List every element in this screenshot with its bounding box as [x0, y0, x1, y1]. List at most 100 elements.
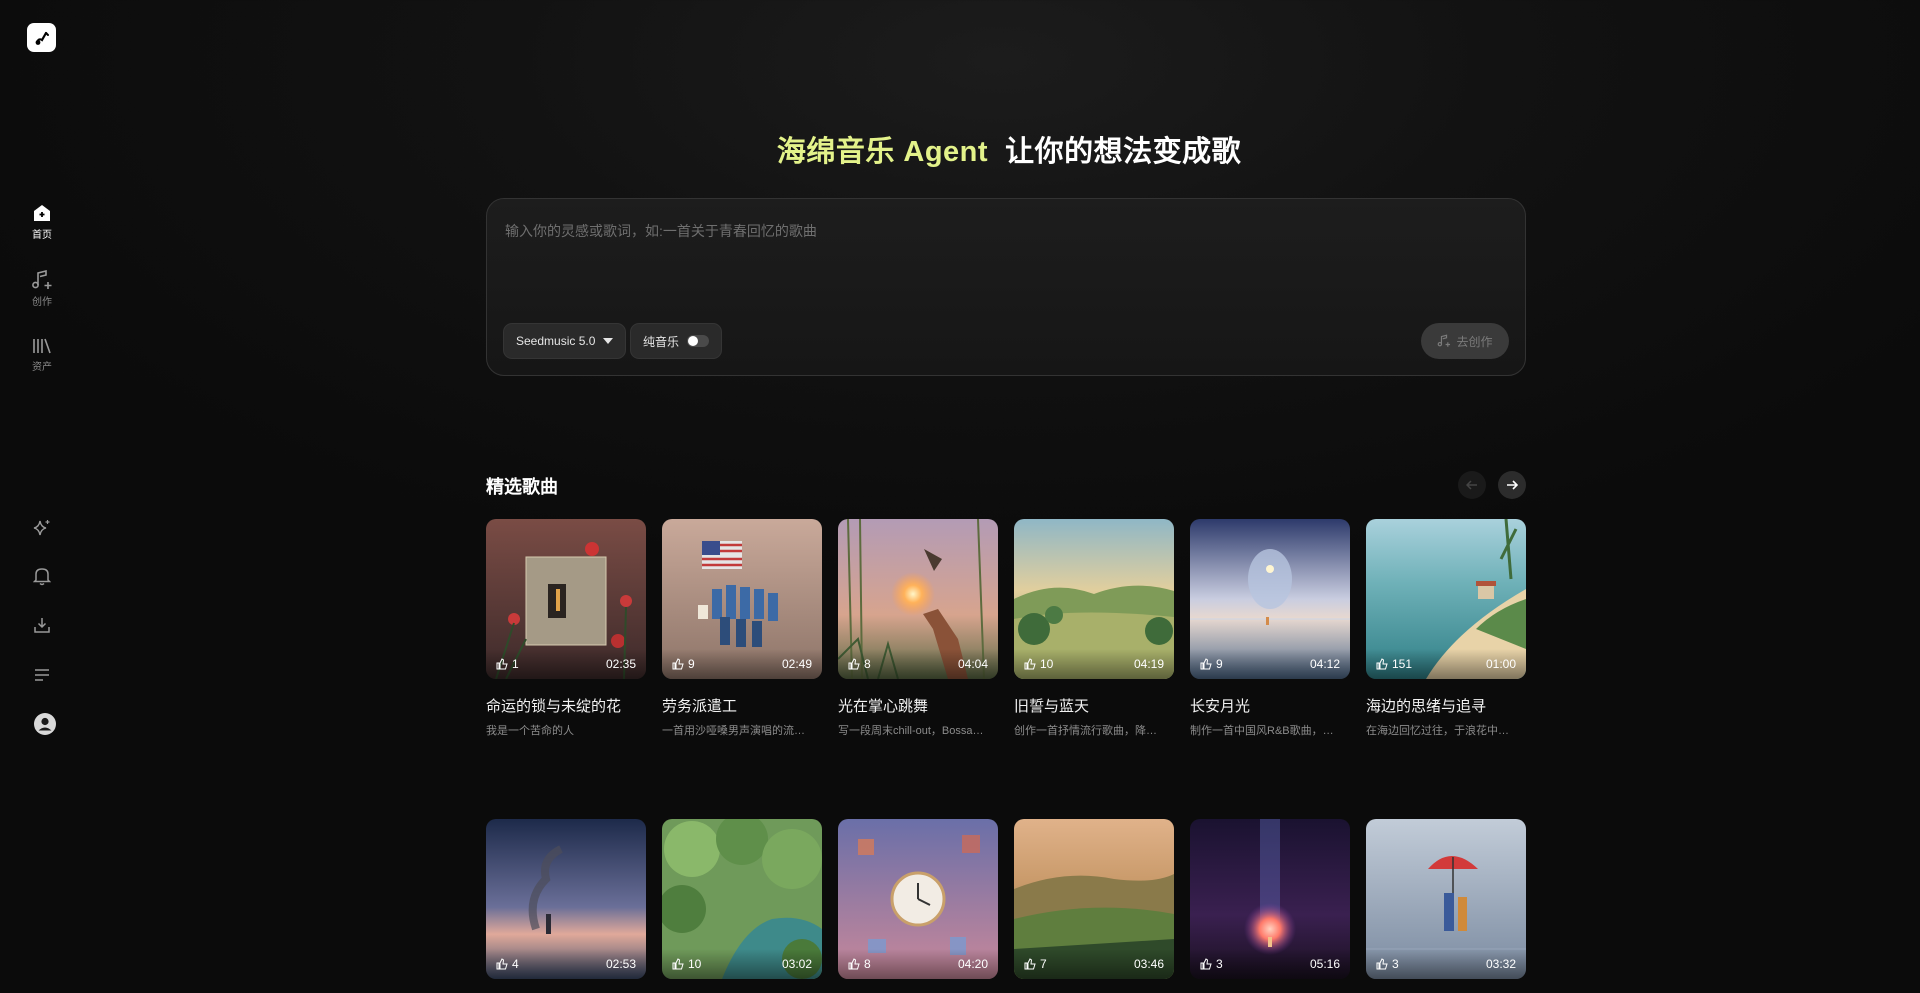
library-icon [33, 338, 51, 354]
likes-count: 3 [1392, 957, 1399, 971]
thumbs-up-icon [1024, 658, 1036, 670]
thumbs-up-icon [848, 658, 860, 670]
likes-count: 8 [864, 957, 871, 971]
song-card[interactable]: 3 03:32 [1366, 819, 1526, 979]
page-title: 海绵音乐 Agent 让你的想法变成歌 [0, 128, 1920, 170]
thumbs-up-icon [672, 658, 684, 670]
thumbs-up-icon [1376, 658, 1388, 670]
song-card[interactable]: 8 04:20 [838, 819, 998, 979]
song-cover[interactable]: 151 01:00 [1366, 519, 1526, 679]
nav-assets[interactable]: 资产 [14, 337, 70, 373]
song-cover[interactable]: 8 04:04 [838, 519, 998, 679]
likes-count: 10 [1040, 657, 1054, 671]
create-button[interactable]: 去创作 [1421, 323, 1509, 359]
nav-create-label: 创作 [32, 297, 52, 308]
likes[interactable]: 3 [1200, 957, 1223, 971]
likes[interactable]: 151 [1376, 657, 1412, 671]
card-meta: 9 04:12 [1190, 649, 1350, 679]
song-cover[interactable]: 1 02:35 [486, 519, 646, 679]
duration: 04:20 [957, 957, 988, 971]
nav-home[interactable]: 首页 [14, 203, 70, 241]
song-card[interactable]: 151 01:00 海边的思绪与追寻 在海边回忆过往，于浪花中… [1366, 519, 1526, 738]
download-button[interactable] [30, 613, 54, 637]
nav-home-label: 首页 [32, 230, 52, 241]
song-cover[interactable]: 10 03:02 [662, 819, 822, 979]
likes[interactable]: 1 [496, 657, 519, 671]
song-title[interactable]: 海边的思绪与追寻 [1366, 695, 1526, 716]
likes[interactable]: 9 [672, 657, 695, 671]
likes-count: 151 [1392, 657, 1413, 671]
likes[interactable]: 8 [848, 657, 871, 671]
song-cover[interactable]: 9 02:49 [662, 519, 822, 679]
likes[interactable]: 7 [1024, 957, 1047, 971]
song-title[interactable]: 劳务派遣工 [662, 695, 822, 716]
likes-count: 7 [1040, 957, 1047, 971]
carousel-prev-button[interactable] [1458, 471, 1486, 499]
likes-count: 10 [688, 957, 702, 971]
card-meta: 4 02:53 [486, 949, 646, 979]
sparkle-button[interactable] [30, 516, 54, 540]
song-card[interactable]: 4 02:53 [486, 819, 646, 979]
likes-count: 9 [688, 657, 695, 671]
profile-button[interactable] [33, 712, 57, 736]
card-meta: 3 03:32 [1366, 949, 1526, 979]
notifications-button[interactable] [30, 564, 54, 588]
song-cover[interactable]: 7 03:46 [1014, 819, 1174, 979]
song-cover[interactable]: 10 04:19 [1014, 519, 1174, 679]
nav-create[interactable]: 创作 [14, 270, 70, 308]
song-card[interactable]: 9 04:12 长安月光 制作一首中国风R&B歌曲，… [1190, 519, 1350, 738]
song-card[interactable]: 10 04:19 旧誓与蓝天 创作一首抒情流行歌曲，降… [1014, 519, 1174, 738]
song-desc: 制作一首中国风R&B歌曲，… [1190, 725, 1334, 737]
duration: 05:16 [1309, 957, 1340, 971]
card-meta: 8 04:04 [838, 649, 998, 679]
likes[interactable]: 4 [496, 957, 519, 971]
thumbs-up-icon [1200, 958, 1212, 970]
song-card[interactable]: 8 04:04 光在掌心跳舞 写一段周末chill-out，Bossa… [838, 519, 998, 738]
song-cover[interactable]: 3 05:16 [1190, 819, 1350, 979]
title-accent: 海绵音乐 Agent [776, 136, 989, 168]
song-card[interactable]: 3 05:16 [1190, 819, 1350, 979]
song-cover[interactable]: 9 04:12 [1190, 519, 1350, 679]
duration: 02:35 [605, 657, 636, 671]
card-meta: 9 02:49 [662, 649, 822, 679]
app-logo[interactable] [27, 23, 56, 52]
song-title[interactable]: 命运的锁与未绽的花 [486, 695, 646, 716]
song-card[interactable]: 7 03:46 [1014, 819, 1174, 979]
caret-down-icon [603, 338, 614, 344]
prompt-input[interactable] [505, 221, 1505, 301]
song-card[interactable]: 10 03:02 [662, 819, 822, 979]
song-card[interactable]: 9 02:49 劳务派遣工 一首用沙哑嗓男声演唱的流… [662, 519, 822, 738]
song-cover[interactable]: 4 02:53 [486, 819, 646, 979]
song-title[interactable]: 旧誓与蓝天 [1014, 695, 1174, 716]
likes-count: 3 [1216, 957, 1223, 971]
instrumental-toggle[interactable]: 纯音乐 [630, 323, 723, 359]
likes-count: 9 [1216, 657, 1223, 671]
duration: 03:32 [1485, 957, 1516, 971]
toggle-switch[interactable] [687, 335, 710, 347]
likes[interactable]: 9 [1200, 657, 1223, 671]
card-meta: 10 04:19 [1014, 649, 1174, 679]
likes[interactable]: 10 [1024, 657, 1053, 671]
song-title[interactable]: 光在掌心跳舞 [838, 695, 998, 716]
song-title[interactable]: 长安月光 [1190, 695, 1350, 716]
duration: 01:00 [1485, 657, 1516, 671]
carousel-next-button[interactable] [1498, 471, 1526, 499]
song-card[interactable]: 1 02:35 命运的锁与未绽的花 我是一个苦命的人 [486, 519, 646, 738]
likes[interactable]: 10 [672, 957, 701, 971]
likes[interactable]: 8 [848, 957, 871, 971]
home-icon [34, 205, 50, 221]
likes[interactable]: 3 [1376, 957, 1399, 971]
duration: 02:49 [781, 657, 812, 671]
playlist-button[interactable] [30, 663, 54, 687]
model-select[interactable]: Seedmusic 5.0 [503, 323, 627, 359]
bell-icon [33, 568, 51, 586]
thumbs-up-icon [1376, 958, 1388, 970]
song-cover[interactable]: 3 03:32 [1366, 819, 1526, 979]
song-cover[interactable]: 8 04:20 [838, 819, 998, 979]
title-rest: 让你的想法变成歌 [1005, 136, 1242, 168]
duration: 03:02 [781, 957, 812, 971]
card-meta: 3 05:16 [1190, 949, 1350, 979]
music-plus-icon [32, 270, 52, 289]
music-plus-icon [1438, 334, 1451, 347]
duration: 04:04 [957, 657, 988, 671]
